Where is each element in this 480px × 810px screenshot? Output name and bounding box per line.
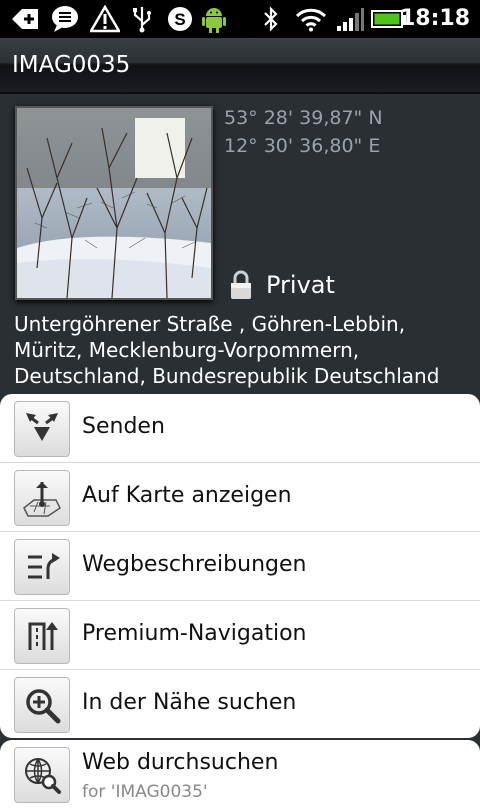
coordinates: 53° 28' 39,87" N 12° 30' 36,80" E [224, 104, 383, 160]
nearby-search-icon [14, 677, 70, 733]
privacy-label: Privat [266, 271, 335, 299]
premium-navigation-label: Premium-Navigation [82, 621, 307, 646]
navigation-icon [14, 608, 70, 664]
wifi-icon [294, 5, 328, 33]
usb-debug-icon [8, 5, 42, 33]
address: Untergöhrener Straße , Göhren-Lebbin, Mü… [14, 312, 440, 388]
share-icon [14, 401, 70, 457]
map-pin-icon [14, 470, 70, 526]
directions-icon [14, 539, 70, 595]
show-on-map-label: Auf Karte anzeigen [82, 483, 292, 508]
directions-label: Wegbeschreibungen [82, 552, 307, 577]
web-search-label: Web durchsuchen [82, 750, 279, 775]
send-item[interactable]: Senden [0, 394, 480, 463]
photo-thumbnail[interactable] [15, 106, 213, 300]
photo-details: 53° 28' 39,87" N 12° 30' 36,80" E Privat… [0, 94, 480, 394]
usb-icon [128, 5, 156, 33]
longitude: 12° 30' 36,80" E [224, 135, 381, 157]
latitude: 53° 28' 39,87" N [224, 107, 383, 129]
show-on-map-item[interactable]: Auf Karte anzeigen [0, 463, 480, 532]
action-list: Senden Auf Karte anzeigen Wegbeschreibun… [0, 394, 480, 738]
send-label: Senden [82, 414, 165, 439]
page-title: IMAG0035 [12, 52, 131, 78]
svg-text:S: S [174, 10, 185, 29]
web-search-query: for 'IMAG0035' [82, 782, 208, 802]
directions-item[interactable]: Wegbeschreibungen [0, 532, 480, 601]
sms-icon [48, 5, 82, 33]
clock: 18:18 [399, 6, 470, 31]
web-search-icon [14, 747, 70, 803]
nearby-search-label: In der Nähe suchen [82, 690, 297, 715]
premium-navigation-item[interactable]: Premium-Navigation [0, 601, 480, 670]
title-bar: IMAG0035 [0, 38, 480, 94]
nearby-search-item[interactable]: In der Nähe suchen [0, 670, 480, 738]
bluetooth-icon [260, 5, 282, 33]
android-icon [198, 5, 230, 33]
privacy-status: Privat [230, 270, 335, 300]
warning-icon [88, 5, 122, 33]
signal-icon [334, 5, 366, 33]
skype-icon: S [164, 5, 196, 33]
lock-icon [230, 270, 252, 300]
status-bar: S 18:18 [0, 0, 480, 38]
